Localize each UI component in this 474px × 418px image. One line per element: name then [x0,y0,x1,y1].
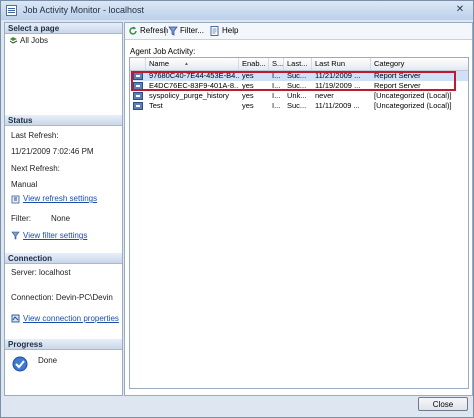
cell-name: Test [149,101,163,110]
help-icon [210,26,219,36]
help-label: Help [222,26,239,35]
cell-enabled: yes [242,91,254,100]
column-header-status[interactable]: S... [269,58,284,70]
job-icon [133,102,143,110]
filter-funnel-icon [11,231,20,240]
view-refresh-settings-link[interactable]: View refresh settings [23,194,97,203]
cell-status: I... [272,101,281,110]
column-header-icon [130,58,146,70]
page-item-all-jobs[interactable]: All Jobs [9,36,109,46]
refresh-label: Refresh [140,26,169,35]
cell-name: syspolicy_purge_history [149,91,230,100]
refresh-icon [129,26,137,35]
filter-value: None [51,214,71,223]
filter-label: Filter... [180,26,205,35]
cell-enabled: yes [242,101,254,110]
jobs-grid: Name ▲ Enab... S... Last... Last Run Cat… [129,57,469,389]
column-name-label: Name [149,59,170,68]
cell-category: [Uncategorized (Local)] [374,101,452,110]
server-label: Server: localhost [11,268,71,277]
connection-properties-icon [11,314,20,323]
table-row[interactable]: Test yes I... Suc... 11/11/2009 ... [Uncatego… [130,101,468,111]
next-refresh-label: Next Refresh: [11,164,60,173]
filter-label: Filter: [11,214,31,223]
last-refresh-value: 11/21/2009 7:02:46 PM [11,147,94,156]
cell-status: I... [272,91,281,100]
refresh-settings-icon [11,195,20,204]
column-header-category[interactable]: Category [371,58,468,70]
column-header-last-run[interactable]: Last Run [312,58,371,70]
table-row[interactable]: syspolicy_purge_history yes I... Unk... neve… [130,91,468,101]
toolbar-divider [165,26,166,36]
main-panel: Refresh Filter... Help Agent Job Activit… [124,22,473,396]
select-page-header: Select a page [5,23,122,34]
close-button[interactable]: Close [418,397,468,411]
cell-last-outcome: Unk... [287,91,307,100]
title-bar: Job Activity Monitor - localhost ✕ [1,1,473,20]
page-icon [9,37,18,44]
sidebar: Select a page All Jobs Status Last Refre… [4,22,123,396]
page-item-label: All Jobs [20,36,49,45]
grid-title: Agent Job Activity: [130,47,196,56]
column-header-enabled[interactable]: Enab... [239,58,269,70]
highlight-box [131,71,456,91]
column-header-last-outcome[interactable]: Last... [284,58,312,70]
toolbar: Refresh Filter... Help [125,23,472,40]
progress-status: Done [38,356,58,365]
status-header: Status [5,115,122,126]
last-refresh-label: Last Refresh: [11,131,59,140]
connection-label: Connection: Devin-PC\Devin [11,293,113,302]
window-title: Job Activity Monitor - localhost [23,5,145,15]
sort-ascending-icon: ▲ [184,61,189,67]
window-app-icon [6,5,17,16]
column-header-name[interactable]: Name ▲ [146,58,239,70]
cell-last-outcome: Suc... [287,101,307,110]
job-icon [133,92,143,100]
connection-header: Connection [5,253,122,264]
job-activity-monitor-window: Job Activity Monitor - localhost ✕ Selec… [0,0,474,418]
filter-icon [168,26,178,36]
done-check-icon [12,356,28,372]
cell-category: [Uncategorized (Local)] [374,91,452,100]
cell-last-run: never [315,91,334,100]
cell-last-run: 11/11/2009 ... [315,101,360,110]
next-refresh-value: Manual [11,180,38,189]
view-connection-properties-link[interactable]: View connection properties [23,314,119,323]
grid-header: Name ▲ Enab... S... Last... Last Run Cat… [130,58,468,71]
progress-header: Progress [5,339,122,350]
view-filter-settings-link[interactable]: View filter settings [23,231,87,240]
window-close-icon[interactable]: ✕ [452,3,468,17]
